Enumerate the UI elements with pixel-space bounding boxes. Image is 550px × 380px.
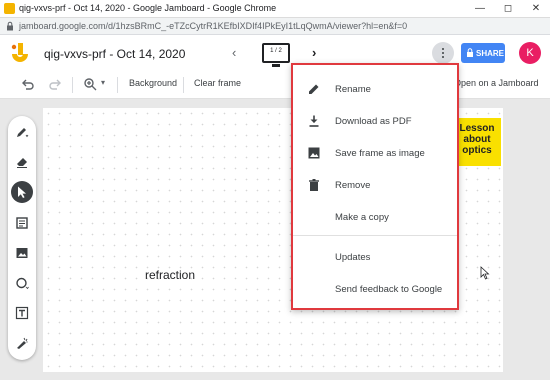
menu-item-make-copy[interactable]: Make a copy	[293, 201, 457, 233]
laser-icon	[17, 337, 28, 349]
address-bar[interactable]: jamboard.google.com/d/1hzsBRmC_-eTZcCytr…	[0, 18, 550, 35]
menu-item-label: Remove	[335, 180, 371, 191]
close-window-button[interactable]: ✕	[522, 0, 550, 18]
pencil-icon	[309, 84, 319, 94]
share-label: SHARE	[476, 49, 505, 58]
pen-tool-button[interactable]	[11, 121, 33, 143]
share-button[interactable]: SHARE	[461, 43, 505, 63]
minimize-button[interactable]: —	[466, 0, 494, 18]
undo-icon[interactable]	[21, 77, 35, 91]
text-box-tool-button[interactable]	[11, 302, 33, 324]
share-lock-icon	[467, 48, 473, 57]
clear-frame-button[interactable]: Clear frame	[194, 78, 241, 88]
menu-item-label: Download as PDF	[335, 116, 412, 127]
window-title-bar: qig-vxvs-prf - Oct 14, 2020 - Google Jam…	[0, 0, 550, 18]
more-options-button[interactable]	[432, 42, 454, 64]
menu-item-label: Updates	[335, 252, 371, 263]
background-button[interactable]: Background	[129, 78, 177, 88]
frame-indicator[interactable]: 1 / 2	[262, 43, 290, 67]
eraser-icon	[17, 158, 27, 168]
menu-item-save-frame-image[interactable]: Save frame as image	[293, 137, 457, 169]
maximize-button[interactable]: ◻	[494, 0, 522, 18]
menu-divider	[293, 235, 457, 236]
add-image-tool-button[interactable]	[11, 242, 33, 264]
menu-item-download-pdf[interactable]: Download as PDF	[293, 105, 457, 137]
avatar[interactable]: K	[519, 42, 541, 64]
eraser-tool-button[interactable]	[11, 151, 33, 173]
more-options-menu: Rename Download as PDF Save frame as ima…	[291, 63, 459, 310]
sticky-line: Lesson	[459, 123, 495, 134]
text-box-icon	[15, 306, 29, 320]
next-frame-button[interactable]: ›	[312, 45, 316, 60]
url-text[interactable]: jamboard.google.com/d/1hzsBRmC_-eTZcCytr…	[19, 21, 407, 31]
menu-item-label: Make a copy	[335, 212, 389, 223]
image-icon	[308, 147, 320, 159]
pen-icon	[17, 128, 29, 138]
menu-item-remove[interactable]: Remove	[293, 169, 457, 201]
zoom-icon[interactable]	[83, 77, 97, 91]
open-on-jamboard-link[interactable]: Open on a Jamboard	[454, 78, 539, 88]
sticky-note-tool-button[interactable]	[11, 212, 33, 234]
document-title[interactable]: qig-vxvs-prf - Oct 14, 2020	[44, 47, 185, 61]
menu-item-label: Send feedback to Google	[335, 284, 443, 295]
download-icon	[309, 115, 319, 127]
window-title: qig-vxvs-prf - Oct 14, 2020 - Google Jam…	[19, 3, 277, 13]
previous-frame-button[interactable]: ‹	[232, 45, 236, 60]
laser-tool-button[interactable]	[11, 332, 33, 354]
lock-icon	[7, 21, 13, 31]
menu-item-send-feedback[interactable]: Send feedback to Google	[293, 273, 457, 305]
add-image-icon	[16, 248, 28, 258]
zoom-dropdown-icon[interactable]: ▾	[101, 78, 105, 87]
menu-item-label: Rename	[335, 84, 371, 95]
menu-item-label: Save frame as image	[335, 148, 425, 159]
circle-tool-button[interactable]	[11, 272, 33, 294]
tool-sidebar	[8, 116, 36, 360]
trash-icon	[309, 179, 319, 191]
menu-item-updates[interactable]: Updates	[293, 241, 457, 273]
browser-window: qig-vxvs-prf - Oct 14, 2020 - Google Jam…	[0, 0, 550, 380]
canvas-text-refraction[interactable]: refraction	[145, 268, 195, 282]
app-header: qig-vxvs-prf - Oct 14, 2020 ‹ 1 / 2 › SH…	[0, 35, 550, 71]
jamboard-logo-icon[interactable]	[10, 43, 30, 65]
select-icon	[18, 186, 26, 198]
sticky-line: about	[463, 134, 491, 145]
jamboard-favicon-icon	[4, 3, 15, 14]
redo-icon[interactable]	[48, 77, 62, 91]
circle-icon	[16, 277, 29, 290]
menu-item-rename[interactable]: Rename	[293, 73, 457, 105]
sticky-note-icon	[16, 217, 28, 229]
select-tool-button[interactable]	[11, 181, 33, 203]
frame-counter: 1 / 2	[270, 48, 282, 54]
sticky-note[interactable]: Lesson about optics	[453, 118, 501, 166]
sticky-line: optics	[462, 145, 492, 156]
mouse-cursor-icon	[480, 266, 490, 280]
